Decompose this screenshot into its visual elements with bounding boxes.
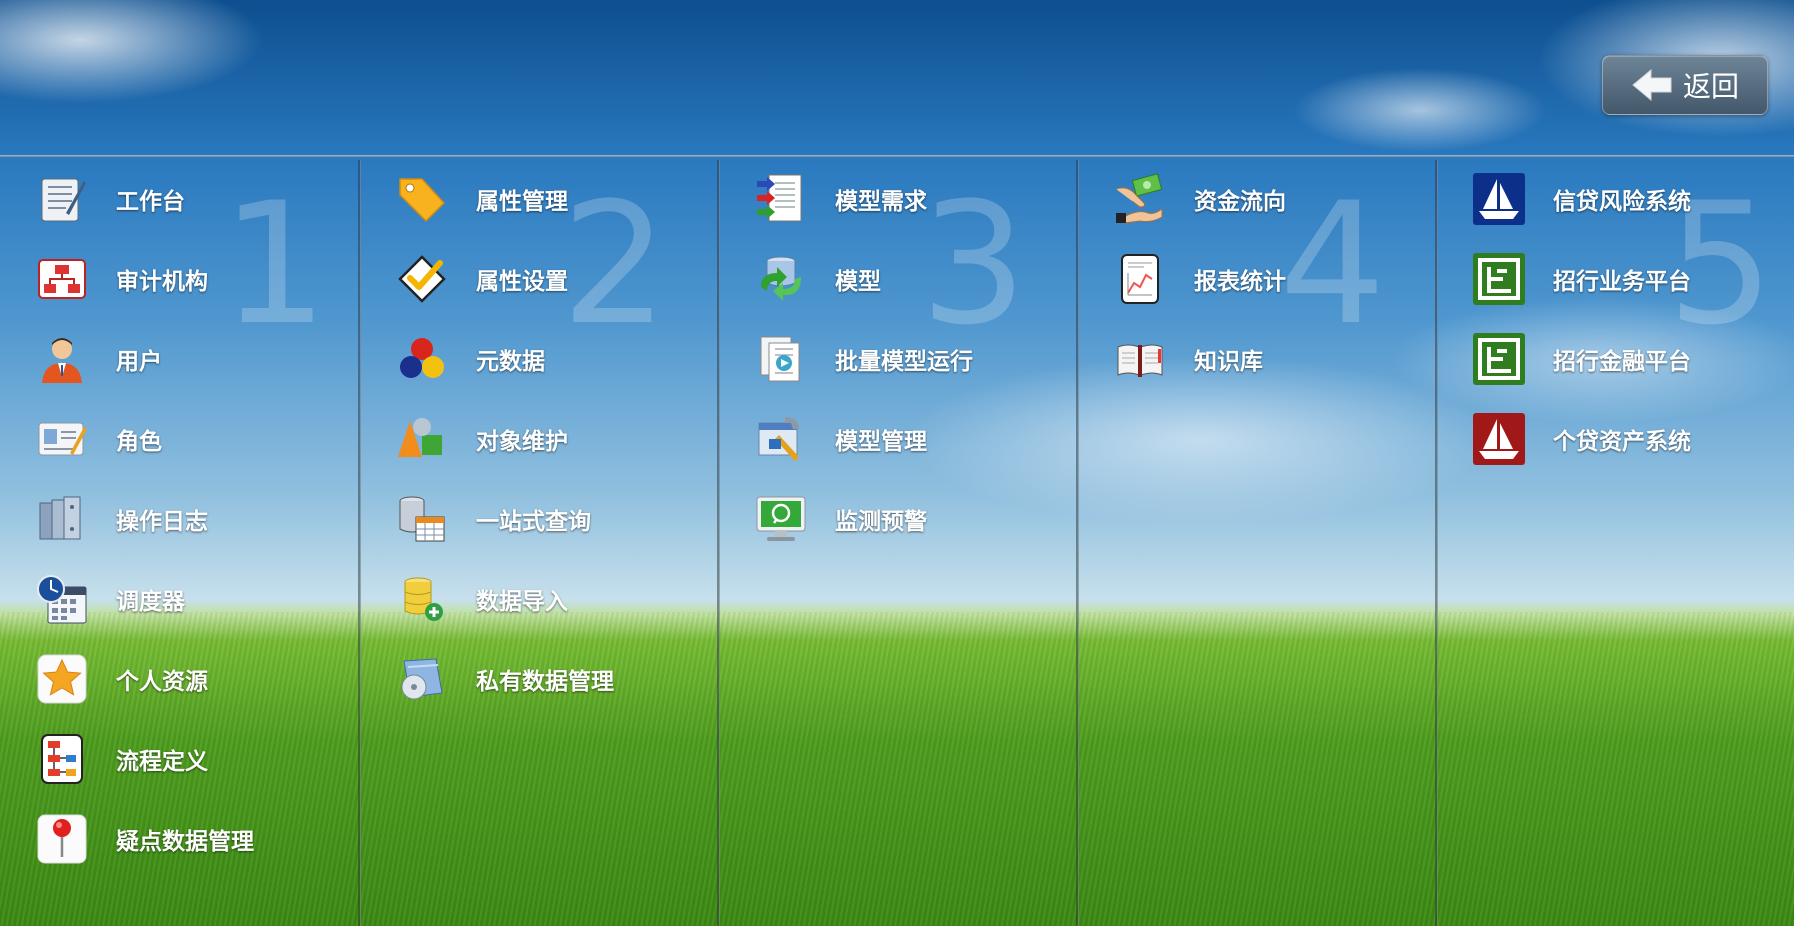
arrow-left-icon [1632,68,1672,102]
checkbox-icon [396,253,448,305]
star-icon [36,653,88,705]
report-chart-icon [1114,253,1166,305]
menu-item-private-data[interactable]: 私有数据管理 [396,649,706,709]
column-5: 5 信贷风险系统 招行业务平台 招行金融平台 个贷资产系统 [1437,160,1794,926]
menu-item-operation-log[interactable]: 操作日志 [36,489,346,549]
disc-folder-icon [396,653,448,705]
header-divider [0,155,1794,158]
tools-icon [755,413,807,465]
money-hand-icon [1114,173,1166,225]
menu-item-batch-model-run[interactable]: 批量模型运行 [755,329,1065,389]
clock-calendar-icon [36,573,88,625]
menu-item-knowledge-base[interactable]: 知识库 [1114,329,1424,389]
notepad-icon [36,173,88,225]
database-table-icon [396,493,448,545]
menu-item-process-definition[interactable]: 流程定义 [36,729,346,789]
menu-item-report-statistics[interactable]: 报表统计 [1114,249,1424,309]
menu-item-label: 操作日志 [116,509,208,535]
document-arrows-icon [755,173,807,225]
menu-item-label: 属性管理 [476,189,568,215]
menu-item-audit-org[interactable]: 审计机构 [36,249,346,309]
menu-item-label: 招行金融平台 [1553,349,1691,375]
menu-item-model[interactable]: 模型 [755,249,1065,309]
menu-item-object-maintenance[interactable]: 对象维护 [396,409,706,469]
book-icon [1114,333,1166,385]
menu-item-fund-flow[interactable]: 资金流向 [1114,169,1424,229]
database-refresh-icon [755,253,807,305]
menu-item-model-management[interactable]: 模型管理 [755,409,1065,469]
menu-item-label: 模型管理 [835,429,927,455]
monitor-icon [755,493,807,545]
menu-item-label: 个贷资产系统 [1553,429,1691,455]
column-1: 1 工作台 审计机构 用户 角色 操作日志 调度器 个人资源 流程定义 疑点数据… [0,160,358,926]
menu-item-label: 审计机构 [116,269,208,295]
flowchart-icon [36,733,88,785]
pushpin-icon [36,813,88,865]
menu-item-label: 模型 [835,269,881,295]
sailboat-blue-icon [1473,173,1525,225]
menu-item-label: 疑点数据管理 [116,829,254,855]
menu-item-cmb-business-platform[interactable]: 招行业务平台 [1473,249,1783,309]
menu-item-monitoring-alert[interactable]: 监测预警 [755,489,1065,549]
shapes-icon [396,413,448,465]
menu-item-personal-loan-asset-system[interactable]: 个贷资产系统 [1473,409,1783,469]
menu-item-label: 报表统计 [1194,269,1286,295]
menu-item-role[interactable]: 角色 [36,409,346,469]
menu-item-label: 调度器 [116,589,185,615]
menu-item-label: 个人资源 [116,669,208,695]
menu-item-metadata[interactable]: 元数据 [396,329,706,389]
user-icon [36,333,88,385]
sailboat-red-icon [1473,413,1525,465]
menu-item-label: 私有数据管理 [476,669,614,695]
menu-item-data-import[interactable]: 数据导入 [396,569,706,629]
documents-play-icon [755,333,807,385]
database-add-icon [396,573,448,625]
menu-item-label: 数据导入 [476,589,568,615]
menu-item-label: 知识库 [1194,349,1263,375]
menu-item-model-requirements[interactable]: 模型需求 [755,169,1065,229]
menu-item-label: 批量模型运行 [835,349,973,375]
menu-item-label: 对象维护 [476,429,568,455]
column-3: 3 模型需求 模型 批量模型运行 模型管理 监测预警 [719,160,1077,926]
menu-item-label: 资金流向 [1194,189,1286,215]
spheres-icon [396,333,448,385]
binders-icon [36,493,88,545]
menu-item-label: 流程定义 [116,749,208,775]
menu-item-label: 招行业务平台 [1553,269,1691,295]
menu-item-label: 用户 [116,349,162,375]
menu-item-user[interactable]: 用户 [36,329,346,389]
menu-item-workbench[interactable]: 工作台 [36,169,346,229]
id-card-icon [36,413,88,465]
green-app-icon [1473,253,1525,305]
menu-item-label: 一站式查询 [476,509,591,535]
menu-item-one-stop-query[interactable]: 一站式查询 [396,489,706,549]
menu-item-attribute-management[interactable]: 属性管理 [396,169,706,229]
green-app-icon [1473,333,1525,385]
tag-icon [396,173,448,225]
menu-item-attribute-settings[interactable]: 属性设置 [396,249,706,309]
menu-item-label: 属性设置 [476,269,568,295]
menu-item-label: 角色 [116,429,162,455]
menu-item-label: 元数据 [476,349,545,375]
menu-item-label: 工作台 [116,189,185,215]
menu-item-scheduler[interactable]: 调度器 [36,569,346,629]
column-2: 2 属性管理 属性设置 元数据 对象维护 一站式查询 数据导入 私有数据管理 [360,160,718,926]
back-button-label: 返回 [1682,70,1739,103]
menu-item-personal-resources[interactable]: 个人资源 [36,649,346,709]
back-button[interactable]: 返回 [1602,55,1768,115]
menu-item-credit-risk-system[interactable]: 信贷风险系统 [1473,169,1783,229]
menu-item-label: 信贷风险系统 [1553,189,1691,215]
menu-item-label: 模型需求 [835,189,927,215]
column-4: 4 资金流向 报表统计 知识库 [1078,160,1436,926]
menu-item-cmb-finance-platform[interactable]: 招行金融平台 [1473,329,1783,389]
menu-item-label: 监测预警 [835,509,927,535]
menu-item-suspicious-data[interactable]: 疑点数据管理 [36,809,346,869]
org-chart-icon [36,253,88,305]
